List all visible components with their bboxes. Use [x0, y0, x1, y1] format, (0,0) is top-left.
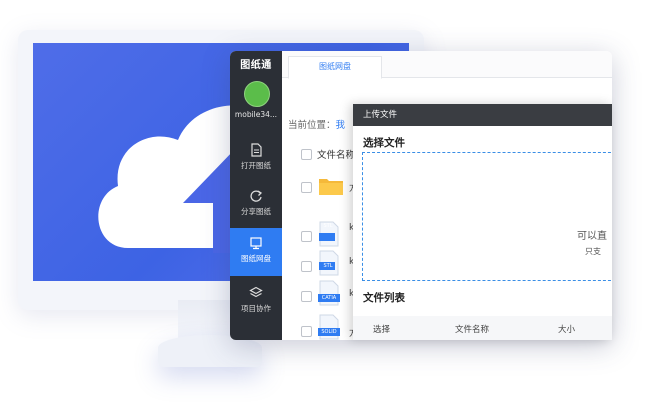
sidebar-item-label: 项目协作 — [241, 304, 271, 313]
row-checkbox[interactable] — [301, 291, 312, 302]
sidebar: 图纸通 mobile34... 打开图纸 分享图纸 图纸网盘 项目协作 — [230, 51, 282, 340]
sidebar-item-open-drawing[interactable]: 打开图纸 — [230, 135, 282, 183]
row-checkbox[interactable] — [301, 182, 312, 193]
sidebar-item-share-drawing[interactable]: 分享图纸 — [230, 181, 282, 229]
row-checkbox[interactable] — [301, 261, 312, 272]
column-file-name: 文件名称 — [455, 325, 490, 335]
row-checkbox[interactable] — [301, 231, 312, 242]
file-badge: STL — [323, 223, 333, 229]
solid-file-icon — [318, 314, 340, 340]
cloud-disk-icon — [250, 237, 262, 250]
column-select: 选择 — [373, 325, 391, 335]
dialog-title: 上传文件 — [353, 104, 612, 126]
file-badge: SOLID — [321, 329, 337, 335]
share-drawing-icon — [250, 190, 263, 202]
breadcrumb-link[interactable]: 我 — [336, 120, 346, 131]
folder-icon — [319, 179, 343, 195]
breadcrumb: 当前位置：我 — [288, 117, 345, 131]
catia-file-icon — [318, 280, 340, 306]
username: mobile34... — [234, 110, 278, 119]
dropzone-subtext: 只支 — [585, 247, 601, 256]
sidebar-item-project-collab[interactable]: 项目协作 — [230, 278, 282, 326]
open-drawing-icon — [251, 143, 262, 157]
sidebar-item-cloud-disk[interactable]: 图纸网盘 — [230, 228, 282, 276]
row-checkbox[interactable] — [301, 326, 312, 337]
tab-bar: 图纸网盘 — [282, 51, 612, 79]
file-list-heading: 文件列表 — [363, 292, 405, 304]
file-list-header: 选择 文件名称 大小 — [353, 316, 612, 340]
app-logo: 图纸通 — [240, 60, 272, 71]
select-all-checkbox[interactable] — [301, 149, 312, 160]
column-header-name: 文件名称 — [317, 150, 356, 161]
sidebar-item-label: 打开图纸 — [241, 161, 271, 170]
file-badge: STL — [323, 263, 333, 269]
upload-dialog: 上传文件 选择文件 可以直 只支 文件列表 选择 文件名称 大小 — [353, 104, 612, 340]
select-file-heading: 选择文件 — [363, 137, 405, 149]
dropzone-text: 可以直 — [577, 231, 607, 242]
project-collab-icon — [249, 286, 263, 298]
sidebar-item-label: 分享图纸 — [241, 207, 271, 216]
monitor-stand-neck — [178, 300, 238, 340]
tab-cloud-disk[interactable]: 图纸网盘 — [288, 56, 382, 79]
column-size: 大小 — [558, 325, 576, 335]
file-badge: CATIA — [321, 295, 337, 301]
upload-dropzone[interactable]: 可以直 只支 — [362, 152, 612, 281]
avatar[interactable] — [244, 81, 270, 107]
sidebar-item-label: 图纸网盘 — [241, 254, 271, 263]
breadcrumb-prefix: 当前位置： — [288, 120, 336, 131]
